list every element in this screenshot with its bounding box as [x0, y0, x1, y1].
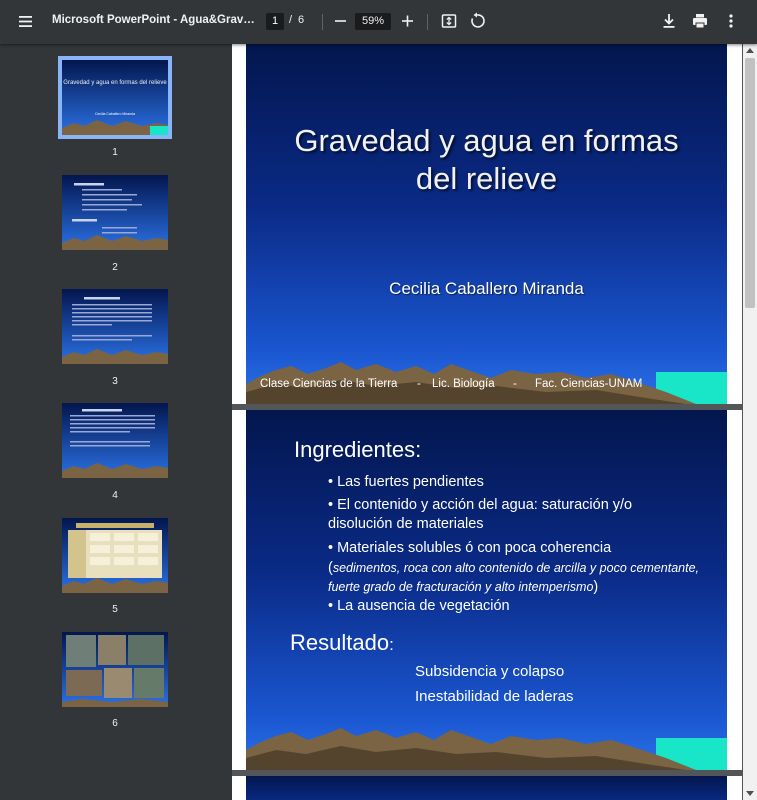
- pdf-page-3: [232, 776, 742, 800]
- slide-bullet: • Materiales solubles ó con poca coheren…: [328, 540, 612, 556]
- thumbnail-title: Gravedad y agua en formas del relieve: [63, 80, 167, 86]
- slide-1: Gravedad y agua en formas del relieve Ce…: [246, 44, 727, 404]
- menu-icon[interactable]: [18, 14, 33, 29]
- slide-bullet: • El contenido y acción del agua: satura…: [328, 497, 633, 532]
- slide-bullet: • La ausencia de vegetación: [328, 598, 510, 614]
- page-separator: /: [289, 14, 293, 26]
- current-page-input[interactable]: 1: [266, 13, 284, 30]
- page-thumbnail-2[interactable]: [62, 175, 168, 250]
- thumbnail-slide-image: [62, 518, 168, 593]
- page-thumbnail-3[interactable]: [62, 289, 168, 364]
- thumbnail-slide-image: [62, 632, 168, 707]
- pdf-page-1: Gravedad y agua en formas del relieve Ce…: [232, 44, 742, 404]
- slide-heading: Ingredientes:: [294, 437, 422, 462]
- thumbnail-sidebar: Gravedad y agua en formas del relieve Ce…: [0, 44, 232, 800]
- page-thumbnail-5[interactable]: [62, 518, 168, 593]
- slide-author: Cecilia Caballero Miranda: [389, 279, 584, 298]
- thumbnail-number: 2: [112, 262, 118, 273]
- thumbnail-slide-image: [62, 289, 168, 364]
- slide-heading-result: Resultado:: [290, 630, 394, 656]
- download-icon[interactable]: [660, 12, 678, 30]
- page-thumbnail-4[interactable]: [62, 403, 168, 478]
- slide-footer-text: Fac. Ciencias-UNAM: [535, 378, 643, 390]
- slide-footer-text: Lic. Biología: [432, 378, 495, 390]
- scroll-down-arrow-icon[interactable]: [746, 791, 754, 796]
- more-options-icon[interactable]: [722, 12, 740, 30]
- thumbnail-number: 3: [112, 376, 118, 387]
- page-thumbnail-1[interactable]: Gravedad y agua en formas del relieve Ce…: [58, 56, 172, 139]
- thumbnail-number: 4: [112, 490, 118, 501]
- scrollbar-thumb[interactable]: [745, 58, 755, 308]
- document-viewer: Gravedad y agua en formas del relieve Ce…: [232, 44, 743, 800]
- mountains-graphic: [246, 362, 727, 404]
- slide-result-item: Subsidencia y colapso: [415, 663, 565, 680]
- slide-3: [246, 776, 727, 800]
- zoom-in-icon[interactable]: [400, 12, 416, 30]
- viewer-scrollbar[interactable]: [743, 44, 757, 800]
- slide-footer-text: -: [417, 378, 421, 390]
- slide-title-line: del relieve: [415, 161, 558, 196]
- thumbnail-slide-image: [62, 175, 168, 250]
- slide-footer-text: -: [513, 378, 517, 390]
- thumbnail-slide-image: Gravedad y agua en formas del relieve Ce…: [62, 60, 168, 135]
- italic-note: sedimentos, roca con alto contenido de a…: [328, 561, 700, 594]
- result-colon: :: [389, 635, 394, 654]
- pdf-toolbar: Microsoft PowerPoint - Agua&Gravedad... …: [0, 0, 757, 44]
- paren: ): [593, 579, 599, 595]
- slide-title-line: Gravedad y agua en formas: [294, 123, 679, 158]
- scroll-up-arrow-icon[interactable]: [746, 48, 754, 53]
- thumbnail-slide-image: [62, 403, 168, 478]
- zoom-out-icon[interactable]: [333, 12, 349, 30]
- result-heading-text: Resultado: [290, 630, 390, 655]
- slide-bullet: • Las fuertes pendientes: [328, 474, 484, 490]
- rotate-icon[interactable]: [468, 12, 486, 30]
- total-pages: 6: [298, 14, 305, 26]
- print-icon[interactable]: [691, 12, 709, 30]
- page-thumbnail-6[interactable]: [62, 632, 168, 707]
- thumbnail-number: 5: [112, 604, 118, 615]
- slide-result-item: Inestabilidad de laderas: [415, 688, 574, 705]
- thumbnail-number: 6: [112, 718, 118, 729]
- fit-page-icon[interactable]: [441, 13, 457, 29]
- toolbar-divider: [427, 14, 428, 30]
- document-title: Microsoft PowerPoint - Agua&Gravedad...: [52, 14, 257, 26]
- thumbnail-subtitle: Cecilia Caballero Miranda: [95, 112, 135, 116]
- slide-2: Ingredientes: • Las fuertes pendientes •…: [246, 410, 727, 770]
- pdf-page-2: Ingredientes: • Las fuertes pendientes •…: [232, 410, 742, 770]
- thumbnail-number: 1: [112, 147, 118, 158]
- zoom-input[interactable]: 59%: [355, 13, 391, 30]
- toolbar-divider: [322, 14, 323, 30]
- slide-footer-text: Clase Ciencias de la Tierra: [260, 378, 398, 390]
- slide-bullet-note: (sedimentos, roca con alto contenido de …: [328, 559, 708, 597]
- mountains-graphic: [246, 728, 727, 770]
